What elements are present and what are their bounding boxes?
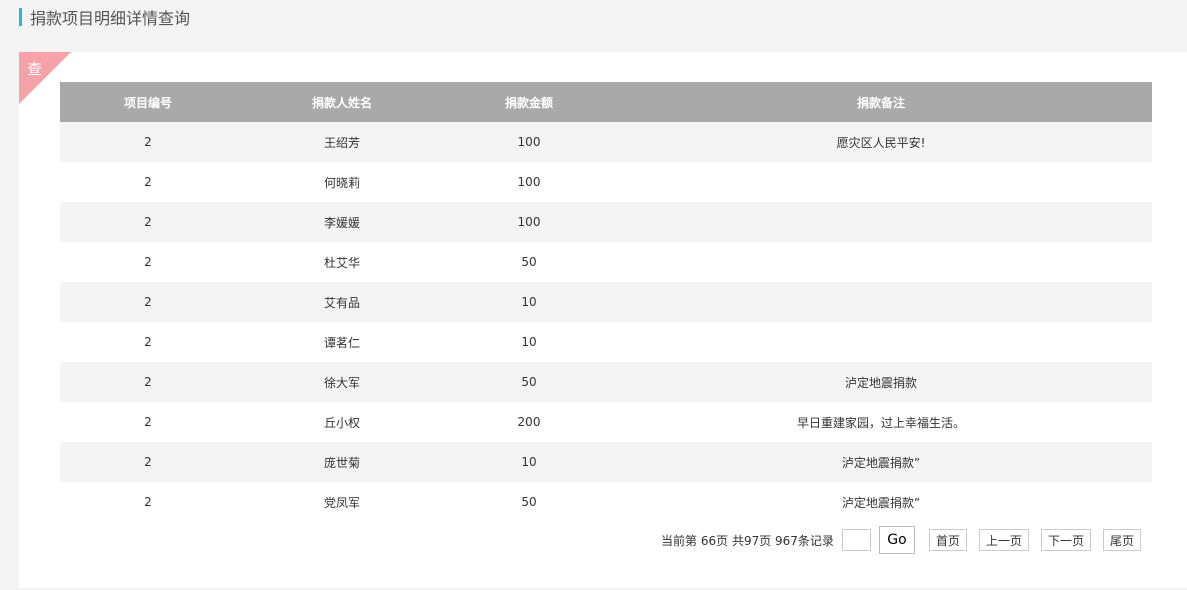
cell-donor-name: 徐大军 bbox=[236, 362, 448, 402]
cell-donor-name: 谭茗仁 bbox=[236, 322, 448, 362]
cell-project-id: 2 bbox=[60, 242, 236, 282]
col-header-project-id: 项目编号 bbox=[60, 82, 236, 122]
cell-donor-name: 艾有品 bbox=[236, 282, 448, 322]
cell-donor-name: 李媛媛 bbox=[236, 202, 448, 242]
cell-amount: 200 bbox=[448, 402, 610, 442]
corner-ribbon-label: 查 bbox=[27, 60, 43, 78]
cell-remark: 泸定地震捐款” bbox=[610, 442, 1152, 482]
cell-amount: 100 bbox=[448, 162, 610, 202]
table-row: 2 党凤军 50 泸定地震捐款” bbox=[60, 482, 1152, 522]
cell-amount: 100 bbox=[448, 202, 610, 242]
cell-remark: 愿灾区人民平安! bbox=[610, 122, 1152, 162]
page-title: 捐款项目明细详情查询 bbox=[30, 9, 191, 28]
cell-remark bbox=[610, 242, 1152, 282]
title-accent-bar bbox=[19, 8, 22, 26]
cell-remark bbox=[610, 202, 1152, 242]
table-row: 2 徐大军 50 泸定地震捐款 bbox=[60, 362, 1152, 402]
cell-remark bbox=[610, 322, 1152, 362]
cell-donor-name: 庞世菊 bbox=[236, 442, 448, 482]
cell-project-id: 2 bbox=[60, 442, 236, 482]
cell-project-id: 2 bbox=[60, 402, 236, 442]
prev-page-button[interactable]: 上一页 bbox=[978, 529, 1029, 551]
cell-project-id: 2 bbox=[60, 202, 236, 242]
cell-amount: 50 bbox=[448, 242, 610, 282]
next-page-button[interactable]: 下一页 bbox=[1040, 529, 1091, 551]
first-page-button[interactable]: 首页 bbox=[928, 529, 967, 551]
cell-project-id: 2 bbox=[60, 482, 236, 522]
table-row: 2 何晓莉 100 bbox=[60, 162, 1152, 202]
col-header-donor-name: 捐款人姓名 bbox=[236, 82, 448, 122]
table-row: 2 李媛媛 100 bbox=[60, 202, 1152, 242]
table-row: 2 庞世菊 10 泸定地震捐款” bbox=[60, 442, 1152, 482]
cell-project-id: 2 bbox=[60, 362, 236, 402]
cell-remark bbox=[610, 282, 1152, 322]
cell-remark: 早日重建家园，过上幸福生活。 bbox=[610, 402, 1152, 442]
table-row: 2 杜艾华 50 bbox=[60, 242, 1152, 282]
cell-donor-name: 王绍芳 bbox=[236, 122, 448, 162]
pagination-info: 当前第 66页 共97页 967条记录 bbox=[661, 533, 834, 548]
table-row: 2 谭茗仁 10 bbox=[60, 322, 1152, 362]
table-row: 2 艾有品 10 bbox=[60, 282, 1152, 322]
col-header-remark: 捐款备注 bbox=[610, 82, 1152, 122]
table-header-row: 项目编号 捐款人姓名 捐款金额 捐款备注 bbox=[60, 82, 1152, 122]
cell-amount: 10 bbox=[448, 282, 610, 322]
cell-donor-name: 党凤军 bbox=[236, 482, 448, 522]
go-button[interactable]: Go bbox=[878, 526, 915, 554]
cell-amount: 50 bbox=[448, 362, 610, 402]
cell-donor-name: 丘小权 bbox=[236, 402, 448, 442]
cell-project-id: 2 bbox=[60, 282, 236, 322]
cell-project-id: 2 bbox=[60, 162, 236, 202]
cell-amount: 10 bbox=[448, 442, 610, 482]
last-page-button[interactable]: 尾页 bbox=[1102, 529, 1141, 551]
content-panel: 查 项目编号 捐款人姓名 捐款金额 捐款备注 2 王绍芳 100 愿灾区人民平安! 2 何… bbox=[19, 52, 1187, 588]
table-row: 2 丘小权 200 早日重建家园，过上幸福生活。 bbox=[60, 402, 1152, 442]
cell-amount: 100 bbox=[448, 122, 610, 162]
cell-project-id: 2 bbox=[60, 122, 236, 162]
cell-remark: 泸定地震捐款 bbox=[610, 362, 1152, 402]
cell-donor-name: 杜艾华 bbox=[236, 242, 448, 282]
cell-amount: 50 bbox=[448, 482, 610, 522]
cell-donor-name: 何晓莉 bbox=[236, 162, 448, 202]
table-row: 2 王绍芳 100 愿灾区人民平安! bbox=[60, 122, 1152, 162]
page-header: 捐款项目明细详情查询 bbox=[19, 6, 190, 28]
pagination: 当前第 66页 共97页 967条记录 Go 首页 上一页 下一页 尾页 bbox=[661, 526, 1147, 554]
page-number-input[interactable] bbox=[841, 529, 871, 551]
cell-amount: 10 bbox=[448, 322, 610, 362]
cell-remark bbox=[610, 162, 1152, 202]
table-body: 2 王绍芳 100 愿灾区人民平安! 2 何晓莉 100 2 李媛媛 100 2 杜艾华 50 2 艾有品 1… bbox=[60, 122, 1152, 522]
donation-table: 项目编号 捐款人姓名 捐款金额 捐款备注 2 王绍芳 100 愿灾区人民平安! 2 何晓莉… bbox=[60, 82, 1152, 522]
cell-remark: 泸定地震捐款” bbox=[610, 482, 1152, 522]
col-header-amount: 捐款金额 bbox=[448, 82, 610, 122]
cell-project-id: 2 bbox=[60, 322, 236, 362]
